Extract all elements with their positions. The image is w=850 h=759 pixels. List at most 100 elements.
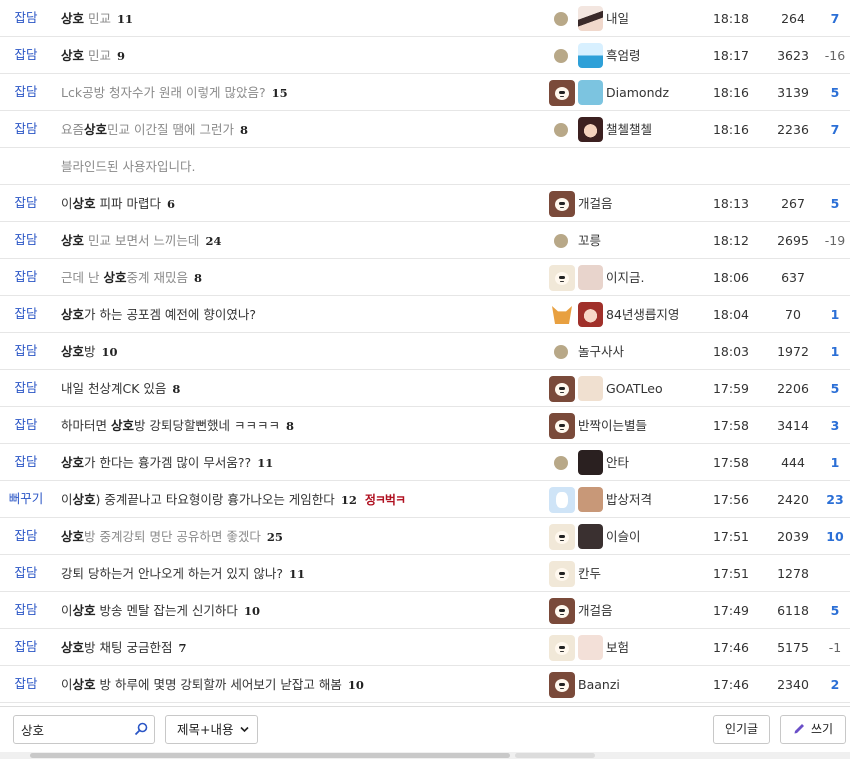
avatar[interactable]: [578, 450, 603, 475]
post-category[interactable]: 잡담: [0, 555, 52, 590]
post-title[interactable]: 근데 난 상호중계 재밌음 8: [61, 259, 202, 297]
post-title[interactable]: 강퇴 당하는거 안나오게 하는거 있지 않나? 11: [61, 555, 305, 593]
post-row[interactable]: 잡담 요즘상호민교 이간질 땜에 그런가 8 챌첼챌첼 18:16 2236 7: [0, 111, 850, 148]
post-category[interactable]: 잡담: [0, 37, 52, 72]
post-category[interactable]: 잡담: [0, 0, 52, 35]
post-row[interactable]: 잡담 상호 민교 9 흑엄령 18:17 3623 -16: [0, 37, 850, 74]
author-nickname[interactable]: 내일: [606, 0, 629, 37]
user-level-icon: [549, 228, 577, 254]
post-title[interactable]: 이상호 방 하루에 몇명 강퇴할까 세어보기 낟잡고 해봄 10: [61, 666, 364, 704]
post-category[interactable]: 잡담: [0, 370, 52, 405]
post-category[interactable]: 뻐꾸기: [0, 481, 52, 516]
scrollbar-thumb[interactable]: [30, 753, 510, 758]
avatar[interactable]: [578, 487, 603, 512]
post-title[interactable]: 상호방 채팅 궁금한점 7: [61, 629, 186, 667]
author-nickname[interactable]: 칸두: [578, 555, 601, 592]
post-title[interactable]: Lck공방 청자수가 원래 이렇게 많았음? 15: [61, 74, 288, 112]
author-nickname[interactable]: Baanzi: [578, 666, 620, 703]
user-level-icon: [549, 672, 577, 698]
post-category[interactable]: 잡담: [0, 296, 52, 331]
post-row[interactable]: 잡담 근데 난 상호중계 재밌음 8 이지금. 18:06 637: [0, 259, 850, 296]
post-category[interactable]: 잡담: [0, 592, 52, 627]
popular-posts-button[interactable]: 인기글: [713, 715, 770, 744]
post-row[interactable]: 잡담 강퇴 당하는거 안나오게 하는거 있지 않나? 11 칸두 17:51 1278: [0, 555, 850, 592]
post-category[interactable]: 잡담: [0, 185, 52, 220]
post-title[interactable]: 이상호 방송 멘탈 잡는게 신기하다 10: [61, 592, 260, 630]
author-nickname[interactable]: 이지금.: [606, 259, 644, 296]
view-count: 3414: [777, 418, 809, 433]
search-icon[interactable]: [134, 722, 148, 736]
author-nickname[interactable]: 밥상저격: [606, 481, 652, 518]
post-title[interactable]: 블라인드된 사용자입니다.: [61, 148, 195, 185]
post-category[interactable]: 잡담: [0, 518, 52, 553]
author-nickname[interactable]: GOATLeo: [606, 370, 663, 407]
post-row[interactable]: 잡담 내일 천상계CK 있음 8 GOATLeo 17:59 2206 5: [0, 370, 850, 407]
post-row[interactable]: 잡담 상호방 중계강퇴 명단 공유하면 좋겠다 25 이슬이 17:51 2039 10: [0, 518, 850, 555]
avatar[interactable]: [578, 302, 603, 327]
avatar[interactable]: [578, 6, 603, 31]
author-nickname[interactable]: 놀구사사: [578, 333, 624, 370]
author-nickname[interactable]: 꼬릉: [578, 222, 601, 259]
post-title[interactable]: 요즘상호민교 이간질 땜에 그런가 8: [61, 111, 248, 149]
post-category[interactable]: 잡담: [0, 111, 52, 146]
author-nickname[interactable]: 84년생릅지영: [606, 296, 679, 333]
post-title[interactable]: 이상호 피파 마렵다 6: [61, 185, 175, 223]
post-row[interactable]: 뻐꾸기 이상호) 중계끝나고 타요형이랑 흉가나오는 게임한다 12 정ㅋ벅ㅋ 밥상저격…: [0, 481, 850, 518]
post-category[interactable]: 잡담: [0, 407, 52, 442]
blinded-post-row[interactable]: 블라인드된 사용자입니다.: [0, 148, 850, 185]
post-row[interactable]: 잡담 이상호 방송 멘탈 잡는게 신기하다 10 개걸음 17:49 6118 5: [0, 592, 850, 629]
post-title-text: 방: [84, 344, 96, 359]
post-category[interactable]: 잡담: [0, 629, 52, 664]
post-row[interactable]: 잡담 상호 민교 11 내일 18:18 264 7: [0, 0, 850, 37]
avatar[interactable]: [578, 524, 603, 549]
post-title[interactable]: 하마터면 상호방 강퇴당할뻔했네 ㅋㅋㅋㅋ 8: [61, 407, 294, 445]
author-nickname[interactable]: 이슬이: [606, 518, 641, 555]
author-nickname[interactable]: 챌첼챌첼: [606, 111, 652, 148]
author-nickname[interactable]: 개걸음: [578, 592, 613, 629]
search-type-select[interactable]: 제목+내용: [165, 715, 258, 744]
post-row[interactable]: 잡담 상호 민교 보면서 느끼는데 24 꼬릉 18:12 2695 -19: [0, 222, 850, 259]
post-category[interactable]: 잡담: [0, 222, 52, 257]
post-title[interactable]: 상호가 하는 공포겜 예전에 향이였나?: [61, 296, 256, 333]
avatar[interactable]: [578, 43, 603, 68]
post-row[interactable]: 잡담 Lck공방 청자수가 원래 이렇게 많았음? 15 Diamondz 18:16 3…: [0, 74, 850, 111]
user-level-icon: [549, 265, 577, 291]
horizontal-scrollbar[interactable]: [0, 752, 850, 759]
post-category[interactable]: 잡담: [0, 666, 52, 701]
author-nickname[interactable]: 안타: [606, 444, 629, 481]
post-category[interactable]: 잡담: [0, 444, 52, 479]
post-title-text: 가 하는 공포겜 예전에 향이였나?: [84, 307, 257, 322]
post-title[interactable]: 상호방 중계강퇴 명단 공유하면 좋겠다 25: [61, 518, 283, 556]
search-box[interactable]: [13, 715, 155, 744]
avatar[interactable]: [578, 117, 603, 142]
post-row[interactable]: 잡담 상호방 10 놀구사사 18:03 1972 1: [0, 333, 850, 370]
author-nickname[interactable]: 흑엄령: [606, 37, 641, 74]
post-title[interactable]: 상호 민교 보면서 느끼는데 24: [61, 222, 221, 260]
post-row[interactable]: 잡담 상호가 하는 공포겜 예전에 향이였나? 84년생릅지영 18:04 70 1: [0, 296, 850, 333]
author-nickname[interactable]: 보험: [606, 629, 629, 666]
post-row[interactable]: 잡담 상호방 채팅 궁금한점 7 보험 17:46 5175 -1: [0, 629, 850, 666]
post-title[interactable]: 상호방 10: [61, 333, 118, 371]
author-nickname[interactable]: 개걸음: [578, 185, 613, 222]
post-row[interactable]: 잡담 이상호 방 하루에 몇명 강퇴할까 세어보기 낟잡고 해봄 10 Baanzi 1…: [0, 666, 850, 703]
avatar[interactable]: [578, 265, 603, 290]
post-title[interactable]: 내일 천상계CK 있음 8: [61, 370, 180, 408]
post-category[interactable]: 잡담: [0, 333, 52, 368]
author-nickname[interactable]: 반짝이는별들: [578, 407, 647, 444]
post-title[interactable]: 이상호) 중계끝나고 타요형이랑 흉가나오는 게임한다 12 정ㅋ벅ㅋ: [61, 481, 406, 519]
post-row[interactable]: 잡담 상호가 한다는 흉가겜 많이 무서움?? 11 안타 17:58 444 1: [0, 444, 850, 481]
post-category[interactable]: 잡담: [0, 259, 52, 294]
post-title[interactable]: 상호 민교 9: [61, 37, 125, 75]
post-title-text: Lck공방 청자수가 원래 이렇게 많았음?: [61, 85, 266, 100]
write-button[interactable]: 쓰기: [780, 715, 846, 744]
post-category[interactable]: 잡담: [0, 74, 52, 109]
post-row[interactable]: 잡담 하마터면 상호방 강퇴당할뻔했네 ㅋㅋㅋㅋ 8 반짝이는별들 17:58 3414 3: [0, 407, 850, 444]
post-title[interactable]: 상호 민교 11: [61, 0, 133, 38]
avatar[interactable]: [578, 80, 603, 105]
search-input[interactable]: [14, 716, 132, 743]
post-row[interactable]: 잡담 이상호 피파 마렵다 6 개걸음 18:13 267 5: [0, 185, 850, 222]
author-nickname[interactable]: Diamondz: [606, 74, 669, 111]
avatar[interactable]: [578, 376, 603, 401]
post-title[interactable]: 상호가 한다는 흉가겜 많이 무서움?? 11: [61, 444, 273, 482]
avatar[interactable]: [578, 635, 603, 660]
